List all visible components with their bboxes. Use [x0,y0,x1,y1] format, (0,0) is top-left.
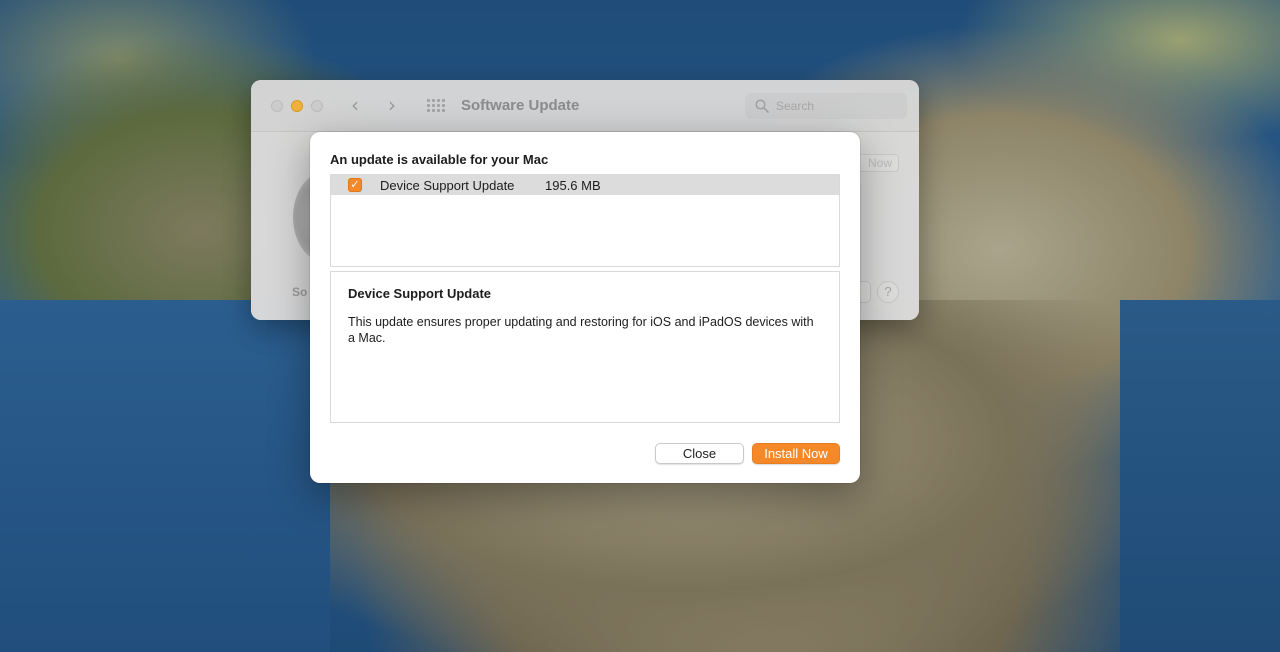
minimize-window-button[interactable] [291,100,303,112]
zoom-window-button[interactable] [311,100,323,112]
detail-title: Device Support Update [348,286,492,301]
detail-description: This update ensures proper updating and … [348,315,814,345]
close-window-button[interactable] [271,100,283,112]
help-button[interactable]: ? [877,281,899,303]
back-arrow-icon[interactable]: ‹ [351,94,359,116]
wallpaper-sea-right [1120,300,1280,652]
install-now-button[interactable]: Install Now [752,443,840,464]
update-size: 195.6 MB [545,178,601,193]
update-available-sheet: An update is available for your Mac ✓ De… [310,132,860,483]
search-field[interactable]: Search [745,93,907,119]
search-icon [755,99,769,113]
update-checkbox[interactable]: ✓ [348,178,362,192]
update-name: Device Support Update [380,178,515,193]
update-detail-panel: Device Support Update This update ensure… [330,271,840,423]
search-placeholder: Search [776,99,815,113]
update-list: ✓ Device Support Update 195.6 MB [330,174,840,267]
show-all-grid-icon[interactable] [427,99,445,113]
window-titlebar: ‹ › Software Update Search [251,80,919,132]
forward-arrow-icon[interactable]: › [388,94,396,116]
sheet-heading: An update is available for your Mac [330,152,549,167]
close-button[interactable]: Close [655,443,744,464]
update-now-button[interactable]: Now [855,154,899,172]
wallpaper-sea-left [0,300,330,652]
window-title: Software Update [461,97,580,114]
partial-label: So [292,285,308,299]
list-item[interactable]: ✓ Device Support Update 195.6 MB [331,175,839,195]
